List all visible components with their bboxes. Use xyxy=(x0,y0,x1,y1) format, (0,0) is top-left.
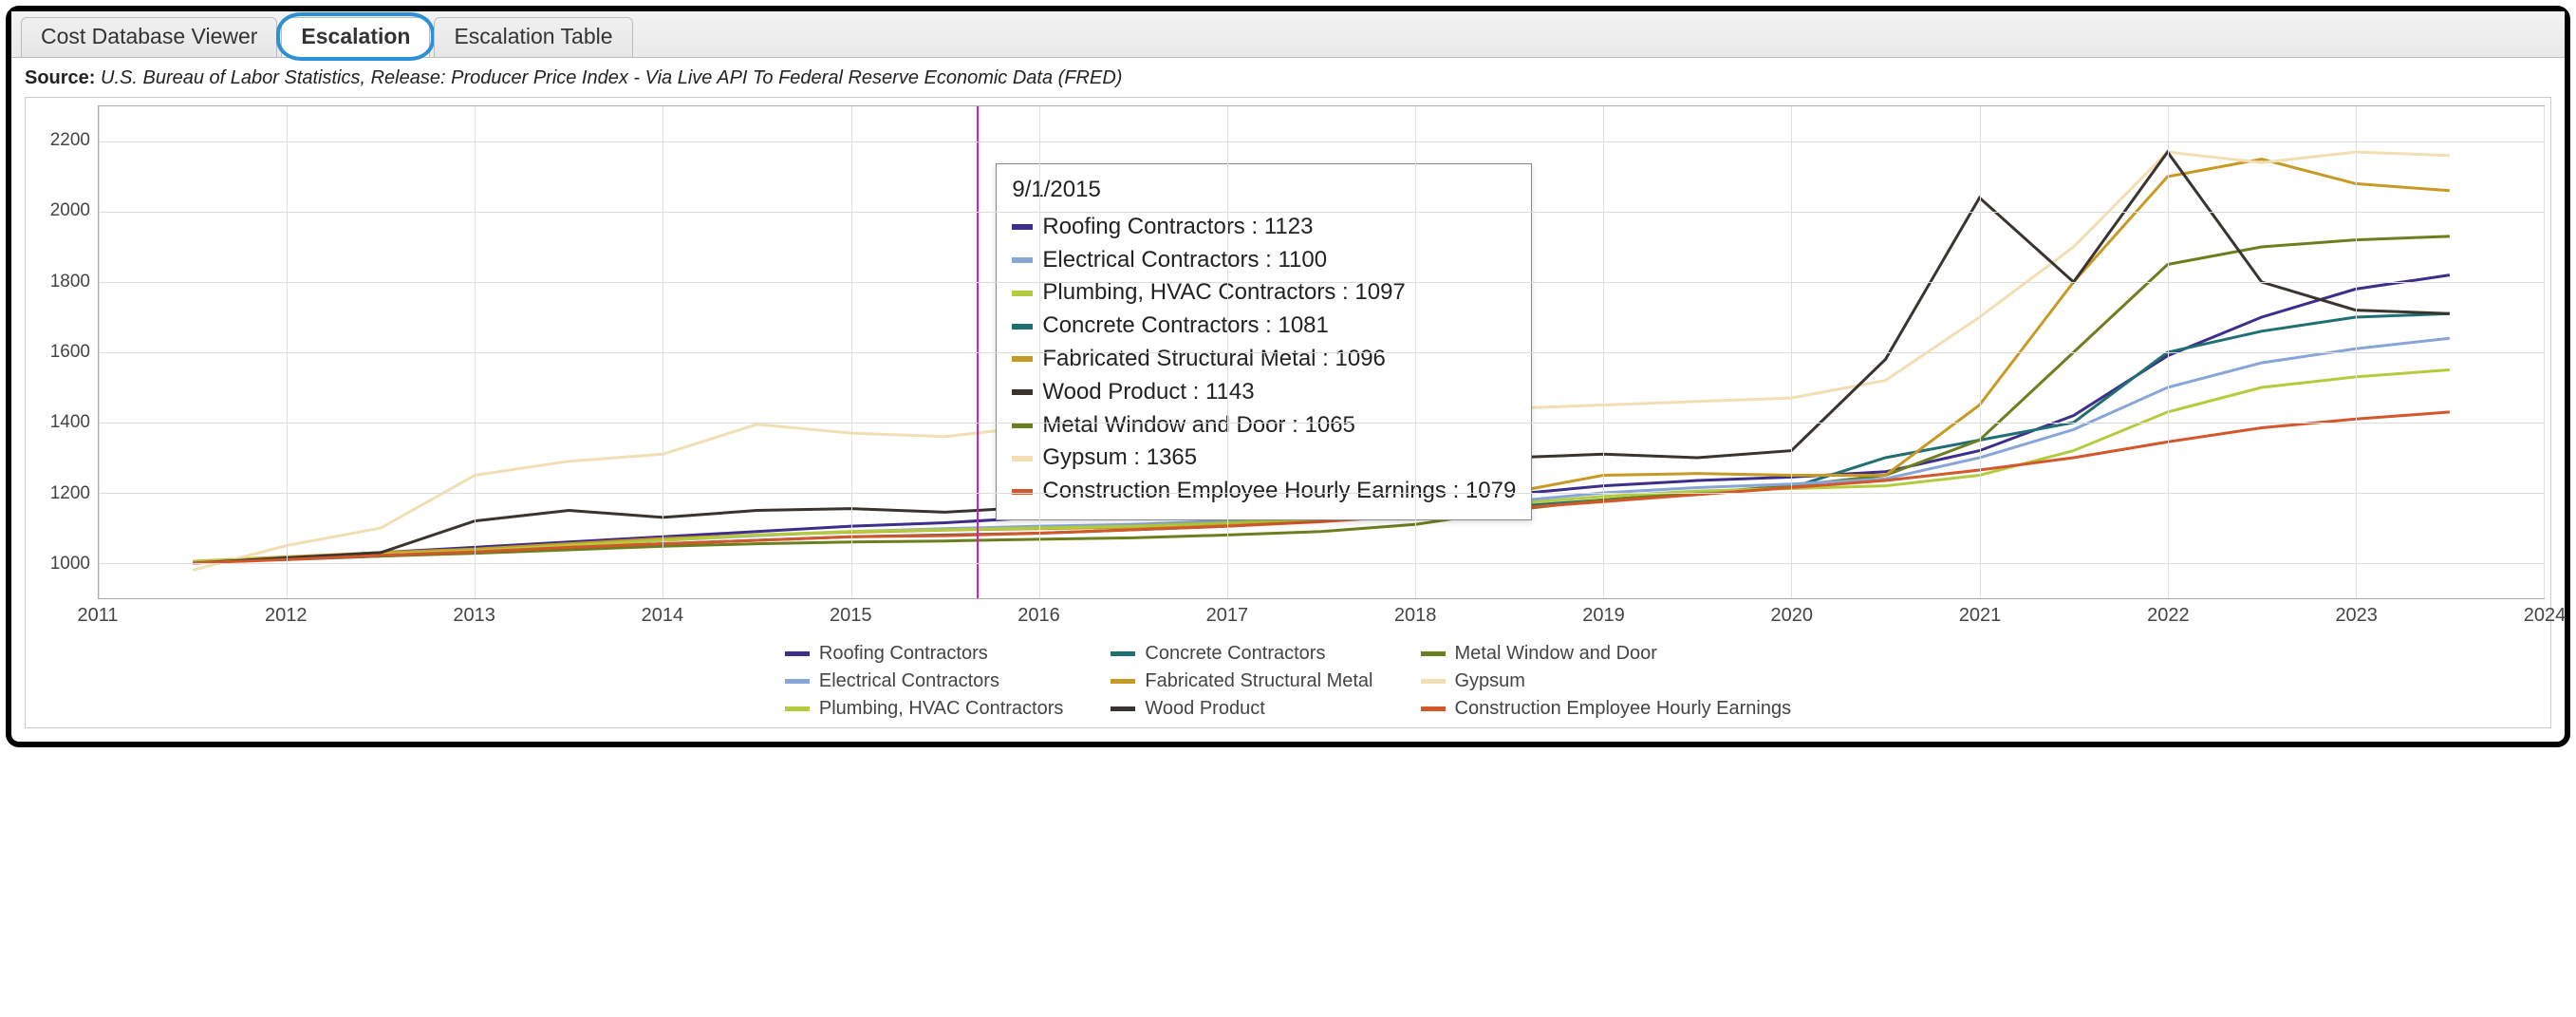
y-tick: 2000 xyxy=(50,200,90,221)
x-tick: 2023 xyxy=(2335,605,2378,627)
legend-item[interactable]: Wood Product xyxy=(1111,698,1372,720)
x-gridline xyxy=(475,106,476,598)
x-gridline xyxy=(1227,106,1228,598)
legend-item[interactable]: Construction Employee Hourly Earnings xyxy=(1421,698,1792,720)
legend-item[interactable]: Electrical Contractors xyxy=(785,670,1064,692)
legend-item[interactable]: Roofing Contractors xyxy=(785,643,1064,665)
y-tick: 1800 xyxy=(50,272,90,292)
source-line: Source: U.S. Bureau of Labor Statistics,… xyxy=(11,58,2565,97)
x-tick: 2021 xyxy=(1959,605,2002,627)
legend-item[interactable]: Metal Window and Door xyxy=(1421,643,1792,665)
tab-escalation[interactable]: Escalation xyxy=(281,17,430,57)
series-line xyxy=(193,236,2450,561)
x-gridline xyxy=(1603,106,1604,598)
y-tick: 1200 xyxy=(50,483,90,504)
y-gridline xyxy=(99,493,2544,494)
legend-swatch xyxy=(785,651,810,656)
source-text: U.S. Bureau of Labor Statistics, Release… xyxy=(101,67,1122,88)
x-gridline xyxy=(287,106,288,598)
tab-highlight-oval xyxy=(276,12,435,61)
x-tick: 2024 xyxy=(2524,605,2567,627)
legend-swatch xyxy=(1421,651,1446,656)
series-line xyxy=(193,160,2450,562)
legend-item[interactable]: Concrete Contractors xyxy=(1111,643,1372,665)
legend-item[interactable]: Plumbing, HVAC Contractors xyxy=(785,698,1064,720)
x-gridline xyxy=(1980,106,1981,598)
x-gridline xyxy=(99,106,100,598)
x-tick: 2019 xyxy=(1582,605,1625,627)
legend-label: Wood Product xyxy=(1145,698,1264,720)
legend-swatch xyxy=(1111,706,1135,711)
line-chart[interactable]: 9/1/2015Roofing Contractors : 1123Electr… xyxy=(98,105,2545,599)
x-gridline xyxy=(1415,106,1416,598)
tab-bar: Cost Database ViewerEscalationEscalation… xyxy=(11,11,2565,58)
legend-swatch xyxy=(1111,679,1135,684)
legend-label: Plumbing, HVAC Contractors xyxy=(819,698,1064,720)
chart-legend: Roofing Contractors Concrete Contractors M… xyxy=(31,633,2545,722)
chart-container: 1000 1200 1400 1600 1800 2000 2200 9/1/2015Roo… xyxy=(25,97,2551,728)
x-gridline xyxy=(1039,106,1040,598)
y-tick: 1000 xyxy=(50,554,90,574)
y-tick: 2200 xyxy=(50,130,90,151)
x-tick: 2020 xyxy=(1771,605,1814,627)
legend-item[interactable]: Gypsum xyxy=(1421,670,1792,692)
x-tick: 2016 xyxy=(1017,605,1060,627)
legend-item[interactable]: Fabricated Structural Metal xyxy=(1111,670,1372,692)
x-gridline xyxy=(2168,106,2169,598)
legend-label: Roofing Contractors xyxy=(819,643,988,665)
x-tick: 2012 xyxy=(265,605,308,627)
legend-label: Metal Window and Door xyxy=(1455,643,1657,665)
y-gridline xyxy=(99,141,2544,142)
legend-label: Electrical Contractors xyxy=(819,670,999,692)
y-gridline xyxy=(99,212,2544,213)
x-tick: 2015 xyxy=(830,605,872,627)
legend-label: Construction Employee Hourly Earnings xyxy=(1455,698,1792,720)
x-tick: 2014 xyxy=(642,605,684,627)
series-line xyxy=(193,338,2450,561)
y-gridline xyxy=(99,563,2544,564)
y-gridline xyxy=(99,423,2544,424)
app-frame: Cost Database ViewerEscalationEscalation… xyxy=(6,6,2570,747)
x-tick: 2022 xyxy=(2147,605,2190,627)
y-tick: 1600 xyxy=(50,342,90,363)
legend-swatch xyxy=(1421,679,1446,684)
tab-escalation-table[interactable]: Escalation Table xyxy=(434,17,632,57)
y-gridline xyxy=(99,282,2544,283)
legend-label: Concrete Contractors xyxy=(1145,643,1325,665)
legend-swatch xyxy=(1421,706,1446,711)
x-gridline xyxy=(851,106,852,598)
x-gridline xyxy=(1791,106,1792,598)
x-axis: 2011201220132014201520162017201820192020… xyxy=(98,599,2545,633)
legend-label: Fabricated Structural Metal xyxy=(1145,670,1372,692)
x-gridline xyxy=(2356,106,2357,598)
x-tick: 2011 xyxy=(77,605,118,627)
legend-label: Gypsum xyxy=(1455,670,1525,692)
legend-swatch xyxy=(1111,651,1135,656)
series-line xyxy=(193,313,2450,561)
source-label: Source: xyxy=(25,67,95,88)
x-gridline xyxy=(2544,106,2545,598)
y-tick: 1400 xyxy=(50,412,90,433)
y-axis: 1000 1200 1400 1600 1800 2000 2200 xyxy=(31,105,98,599)
tab-cost-db[interactable]: Cost Database Viewer xyxy=(21,17,277,57)
series-line xyxy=(193,152,2450,563)
legend-swatch xyxy=(785,706,810,711)
x-tick: 2018 xyxy=(1394,605,1437,627)
legend-swatch xyxy=(785,679,810,684)
y-gridline xyxy=(99,352,2544,353)
plot-area: 1000 1200 1400 1600 1800 2000 2200 9/1/2015Roo… xyxy=(31,105,2545,599)
x-tick: 2013 xyxy=(453,605,495,627)
x-tick: 2017 xyxy=(1206,605,1249,627)
